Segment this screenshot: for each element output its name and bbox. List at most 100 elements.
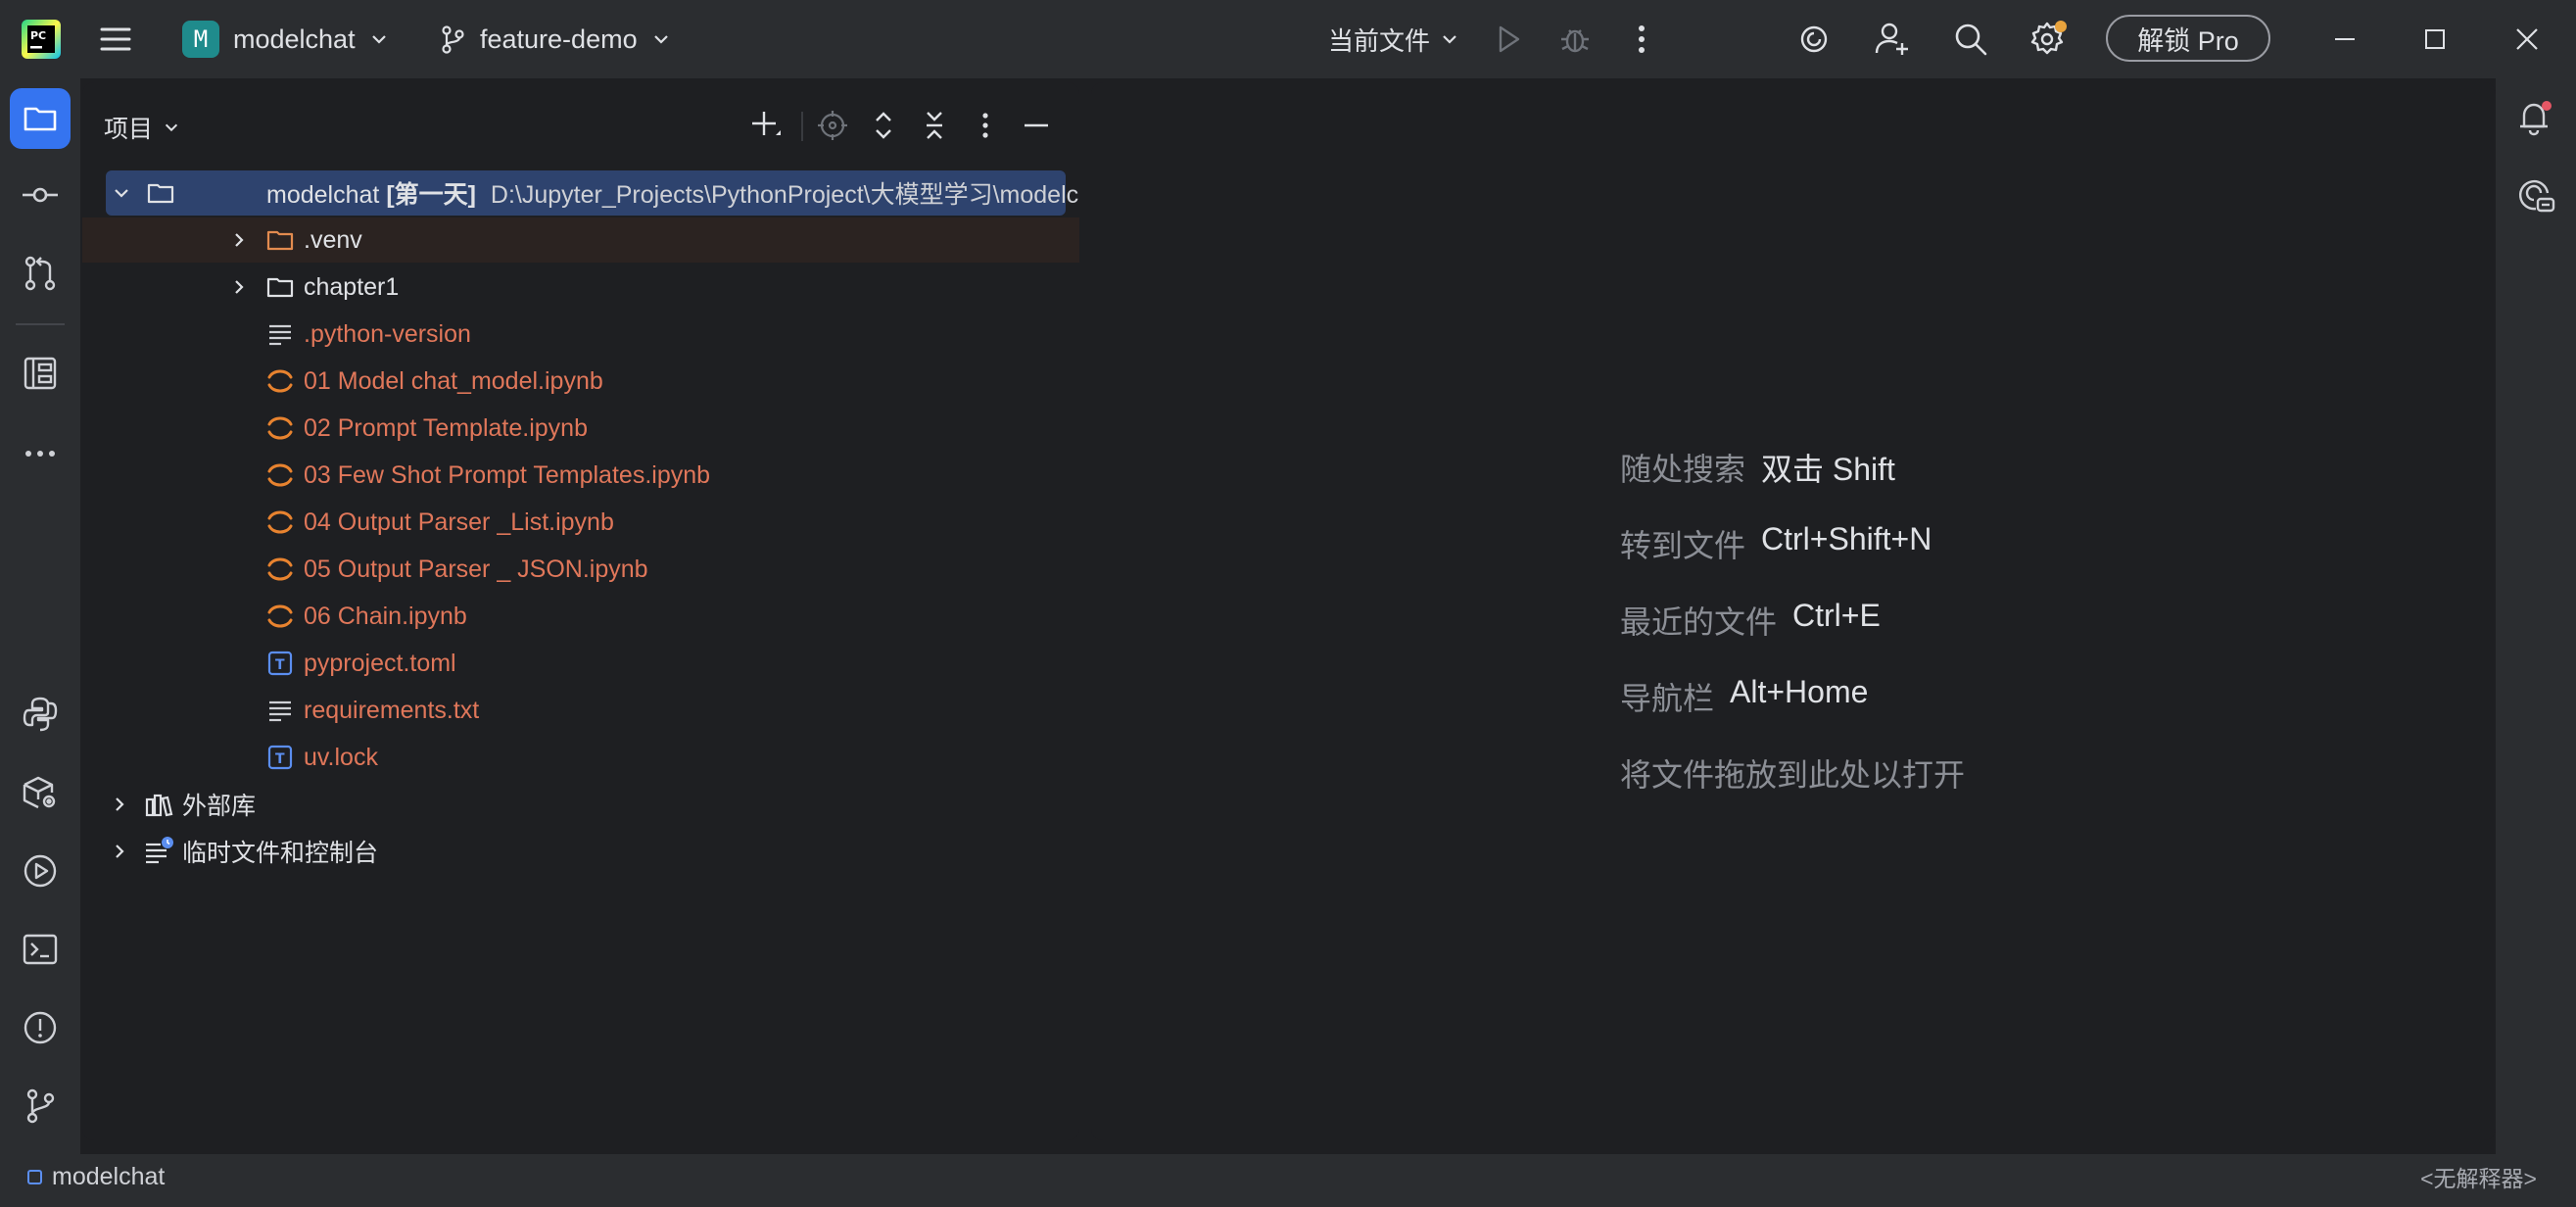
folder-icon xyxy=(145,177,176,209)
services-tool-button[interactable] xyxy=(10,762,71,823)
python-packages-tool-button[interactable] xyxy=(10,684,71,745)
panel-title: 项目 xyxy=(104,116,154,143)
hide-panel-icon[interactable] xyxy=(1017,106,1056,145)
svg-text:T: T xyxy=(275,657,285,673)
add-user-icon[interactable] xyxy=(1873,0,1912,78)
text-file-icon xyxy=(264,318,296,350)
hint-shortcut: Ctrl+Shift+N xyxy=(1761,521,1932,556)
tree-item-label: 05 Output Parser _ JSON.ipynb xyxy=(304,555,648,583)
jupyter-notebook-icon xyxy=(264,365,296,397)
tree-item-external-libraries[interactable]: 外部库 xyxy=(82,782,1079,827)
python-icon xyxy=(21,695,60,734)
scratch-file-icon xyxy=(143,836,174,867)
status-project-breadcrumb[interactable]: modelchat xyxy=(27,1154,165,1199)
run-configuration-selector[interactable]: 当前文件 xyxy=(1328,0,1459,78)
editor-area[interactable]: 随处搜索 双击 Shift 转到文件 Ctrl+Shift+N 最近的文件 Ct… xyxy=(1091,82,2496,1140)
chevron-down-icon xyxy=(651,29,671,49)
folder-excluded-icon xyxy=(264,224,296,256)
hint-search-everywhere: 随处搜索 双击 Shift xyxy=(1620,445,1895,490)
tree-item-label: 02 Prompt Template.ipynb xyxy=(304,413,588,442)
library-icon xyxy=(143,789,174,820)
root-path: D:\Jupyter_Projects\PythonProject\大模型学习\… xyxy=(490,181,1079,209)
locate-file-icon[interactable] xyxy=(813,106,852,145)
jupyter-notebook-icon xyxy=(264,601,296,632)
run-config-label: 当前文件 xyxy=(1328,25,1431,56)
hint-drop-files: 将文件拖放到此处以打开 xyxy=(1620,750,1965,796)
jupyter-notebook-icon xyxy=(264,412,296,444)
tree-item-notebook[interactable]: 04 Output Parser _List.ipynb xyxy=(82,500,1079,545)
tree-item-label: requirements.txt xyxy=(304,696,480,724)
left-tool-window-bar xyxy=(0,78,80,1154)
root-tag: [第一天] xyxy=(386,181,476,209)
tree-item-scratches[interactable]: 临时文件和控制台 xyxy=(82,829,1079,874)
maximize-window-icon[interactable] xyxy=(2415,0,2455,78)
commit-tool-button[interactable] xyxy=(10,165,71,225)
ai-assistant-icon[interactable] xyxy=(1794,0,1834,78)
run-tool-button[interactable] xyxy=(10,841,71,901)
tree-item-chapter1[interactable]: chapter1 xyxy=(82,265,1079,310)
notifications-tool-button[interactable] xyxy=(2505,88,2566,149)
tree-item-label: 04 Output Parser _List.ipynb xyxy=(304,507,614,536)
tree-item-notebook[interactable]: 01 Model chat_model.ipynb xyxy=(82,359,1079,404)
hint-shortcut: Alt+Home xyxy=(1730,674,1869,709)
header-separator xyxy=(801,112,803,141)
structure-icon xyxy=(21,354,60,393)
toml-file-icon: T xyxy=(264,648,296,679)
package-settings-icon xyxy=(21,773,60,812)
tree-item-venv[interactable]: .venv xyxy=(82,217,1079,263)
tree-item-notebook[interactable]: 06 Chain.ipynb xyxy=(82,594,1079,639)
project-selector[interactable]: M modelchat xyxy=(182,0,389,78)
chevron-right-icon[interactable] xyxy=(108,793,131,816)
tree-item-python-version[interactable]: .python-version xyxy=(82,312,1079,357)
main-menu-icon[interactable] xyxy=(96,0,135,78)
tree-item-uvlock[interactable]: T uv.lock xyxy=(82,735,1079,780)
terminal-tool-button[interactable] xyxy=(10,919,71,980)
hint-navigation-bar: 导航栏 Alt+Home xyxy=(1620,674,1868,719)
tree-item-label: 01 Model chat_model.ipynb xyxy=(304,366,603,395)
tree-item-root[interactable]: modelchat [第一天] D:\Jupyter_Projects\Pyth… xyxy=(106,170,1079,216)
debug-icon[interactable] xyxy=(1555,0,1595,78)
project-view-selector[interactable]: 项目 xyxy=(104,110,180,145)
more-actions-icon[interactable] xyxy=(1622,0,1661,78)
ai-chat-tool-button[interactable] xyxy=(2505,167,2566,227)
unlock-pro-button[interactable]: 解锁 Pro xyxy=(2106,15,2270,62)
collapse-all-icon[interactable] xyxy=(915,106,954,145)
chevron-right-icon[interactable] xyxy=(227,228,251,252)
vcs-branch-selector[interactable]: feature-demo xyxy=(439,0,671,78)
toolbar-separator xyxy=(16,323,65,325)
hint-label: 导航栏 xyxy=(1620,681,1715,716)
svg-text:T: T xyxy=(275,751,285,767)
tree-item-label: uv.lock xyxy=(304,743,378,771)
options-icon[interactable] xyxy=(966,106,1005,145)
tree-item-label: .venv xyxy=(304,225,362,254)
chevron-right-icon[interactable] xyxy=(108,840,131,863)
expand-all-icon[interactable] xyxy=(864,106,903,145)
settings-gear-icon[interactable] xyxy=(2027,0,2071,78)
minimize-window-icon[interactable] xyxy=(2325,0,2364,78)
tree-item-notebook[interactable]: 03 Few Shot Prompt Templates.ipynb xyxy=(82,453,1079,498)
pycharm-logo-icon[interactable]: PC xyxy=(22,20,61,59)
tree-item-pyproject[interactable]: T pyproject.toml xyxy=(82,641,1079,686)
tree-item-notebook[interactable]: 02 Prompt Template.ipynb xyxy=(82,406,1079,451)
run-icon[interactable] xyxy=(1489,0,1528,78)
interpreter-selector[interactable]: <无解释器> xyxy=(2420,1154,2537,1199)
hint-shortcut: 双击 Shift xyxy=(1761,452,1895,487)
more-tool-windows-button[interactable] xyxy=(10,423,71,484)
hint-label: 随处搜索 xyxy=(1620,452,1746,487)
git-tool-button[interactable] xyxy=(10,1076,71,1136)
hint-label: 将文件拖放到此处以打开 xyxy=(1620,757,1966,793)
tree-item-notebook[interactable]: 05 Output Parser _ JSON.ipynb xyxy=(82,547,1079,592)
search-icon[interactable] xyxy=(1951,0,1990,78)
pull-requests-tool-button[interactable] xyxy=(10,243,71,304)
structure-tool-button[interactable] xyxy=(10,343,71,404)
tree-item-requirements[interactable]: requirements.txt xyxy=(82,688,1079,733)
chevron-down-icon[interactable] xyxy=(110,181,133,205)
project-tool-button[interactable] xyxy=(10,88,71,149)
close-window-icon[interactable] xyxy=(2507,0,2547,78)
pull-request-icon xyxy=(21,254,60,293)
problems-tool-button[interactable] xyxy=(10,997,71,1058)
chevron-right-icon[interactable] xyxy=(227,275,251,299)
tree-item-label: pyproject.toml xyxy=(304,649,456,677)
right-tool-window-bar xyxy=(2496,78,2576,1154)
new-file-icon[interactable] xyxy=(746,106,786,145)
